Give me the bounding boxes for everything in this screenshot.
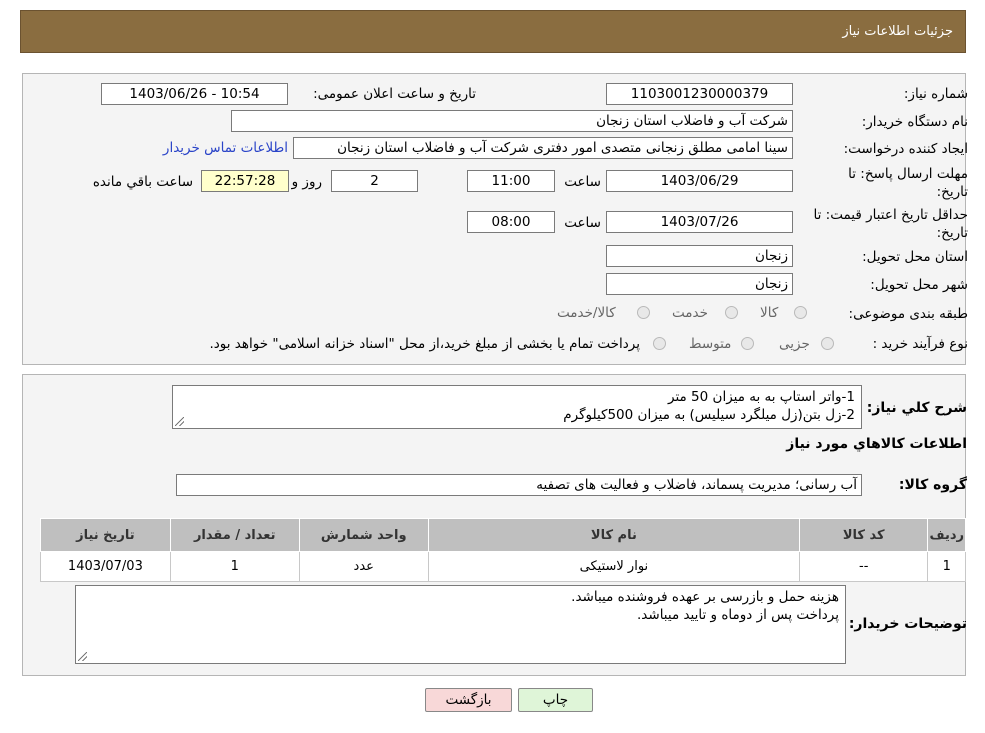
table-row: 1 -- نوار لاستیکی عدد 1 1403/07/03 <box>40 551 966 582</box>
general-desc-line-2: 2-زل بتن(زل میلگرد سیلیس) به میزان 500کی… <box>563 407 855 423</box>
category-option-goods: کالا <box>760 305 779 321</box>
resize-grip-icon[interactable] <box>78 652 87 661</box>
goods-info-title: اطلاعات کالاهاي مورد نياز <box>786 436 967 452</box>
announce-label: تاریخ و ساعت اعلان عمومی: <box>313 86 476 102</box>
purchase-radio-minor[interactable] <box>821 337 834 350</box>
cell-date: 1403/07/03 <box>40 551 171 582</box>
city-field: زنجان <box>606 273 793 295</box>
cell-qty: 1 <box>169 551 300 582</box>
announce-field: 1403/06/26 - 10:54 <box>101 83 288 105</box>
col-name-header: نام کالا <box>427 518 800 552</box>
buyer-notes-line-1: هزینه حمل و بازرسی بر عهده فروشنده میباش… <box>571 589 839 605</box>
purchase-option-minor: جزیی <box>779 336 810 352</box>
purchase-type-label: نوع فرآیند خرید : <box>872 336 968 352</box>
buyer-notes-textarea[interactable]: هزینه حمل و بازرسی بر عهده فروشنده میباش… <box>75 585 846 664</box>
deadline-time-field: 11:00 <box>467 170 555 192</box>
validity-date-field: 1403/07/26 <box>606 211 793 233</box>
general-desc-textarea[interactable]: 1-واتر استاپ به به میزان 50 متر 2-زل بتن… <box>172 385 862 429</box>
city-label: شهر محل تحویل: <box>870 277 968 293</box>
need-number-field: 1103001230000379 <box>606 83 793 105</box>
buyer-org-field: شرکت آب و فاضلاب استان زنجان <box>231 110 793 132</box>
days-label: روز و <box>291 174 322 190</box>
cell-name: نوار لاستیکی <box>427 551 800 582</box>
cell-code: -- <box>798 551 929 582</box>
general-desc-label: شرح کلي نياز: <box>866 400 967 416</box>
page-header: جزئیات اطلاعات نیاز <box>20 10 966 53</box>
remaining-label: ساعت باقي مانده <box>92 174 193 190</box>
print-button[interactable]: چاپ <box>518 688 593 712</box>
cell-unit: عدد <box>298 551 429 582</box>
col-unit-header: واحد شمارش <box>298 518 429 552</box>
validity-time-label: ساعت <box>564 215 601 231</box>
goods-table: ردیف کد کالا نام کالا واحد شمارش تعداد /… <box>40 518 966 582</box>
purchase-radio-treasury[interactable] <box>653 337 666 350</box>
category-option-service: خدمت <box>672 305 708 321</box>
col-qty-header: تعداد / مقدار <box>169 518 300 552</box>
general-desc-line-1: 1-واتر استاپ به به میزان 50 متر <box>668 389 855 405</box>
days-field: 2 <box>331 170 418 192</box>
resize-grip-icon[interactable] <box>175 417 184 426</box>
need-number-label: شماره نیاز: <box>903 86 968 102</box>
category-radio-goods[interactable] <box>794 306 807 319</box>
goods-group-label: گروه کالا: <box>898 477 967 493</box>
contact-info-link[interactable]: اطلاعات تماس خریدار <box>163 140 288 156</box>
creator-field: سینا امامی مطلق زنجانی متصدی امور دفتری … <box>293 137 793 159</box>
purchase-radio-medium[interactable] <box>741 337 754 350</box>
remaining-time-field: 22:57:28 <box>201 170 289 192</box>
cell-row: 1 <box>927 551 966 582</box>
col-date-header: تاریخ نیاز <box>40 518 171 552</box>
validity-label: حداقل تاریخ اعتبار قیمت: تا تاریخ: <box>813 207 968 241</box>
buyer-notes-line-2: پرداخت پس از دوماه و تایید میباشد. <box>637 607 839 623</box>
col-code-header: کد کالا <box>798 518 929 552</box>
back-button[interactable]: بازگشت <box>425 688 512 712</box>
province-label: استان محل تحویل: <box>862 249 968 265</box>
province-field: زنجان <box>606 245 793 267</box>
purchase-option-medium: متوسط <box>689 336 732 352</box>
col-row-header: ردیف <box>927 518 966 552</box>
deadline-time-label: ساعت <box>564 174 601 190</box>
payment-note: پرداخت تمام یا بخشی از مبلغ خرید،از محل … <box>209 336 640 352</box>
buyer-org-label: نام دستگاه خریدار: <box>861 114 968 130</box>
category-radio-goods-service[interactable] <box>637 306 650 319</box>
category-label: طبقه بندی موضوعی: <box>848 306 968 322</box>
category-option-goods-service: کالا/خدمت <box>557 305 616 321</box>
deadline-date-field: 1403/06/29 <box>606 170 793 192</box>
category-radio-service[interactable] <box>725 306 738 319</box>
goods-group-field: آب رسانی؛ مدیریت پسماند، فاضلاب و فعالیت… <box>176 474 862 496</box>
creator-label: ایجاد کننده درخواست: <box>843 141 968 157</box>
page-title: جزئیات اطلاعات نیاز <box>842 24 953 39</box>
validity-time-field: 08:00 <box>467 211 555 233</box>
buyer-notes-label: توضیحات خریدار: <box>848 616 967 632</box>
deadline-label: مهلت ارسال پاسخ: تا تاریخ: <box>848 166 968 200</box>
